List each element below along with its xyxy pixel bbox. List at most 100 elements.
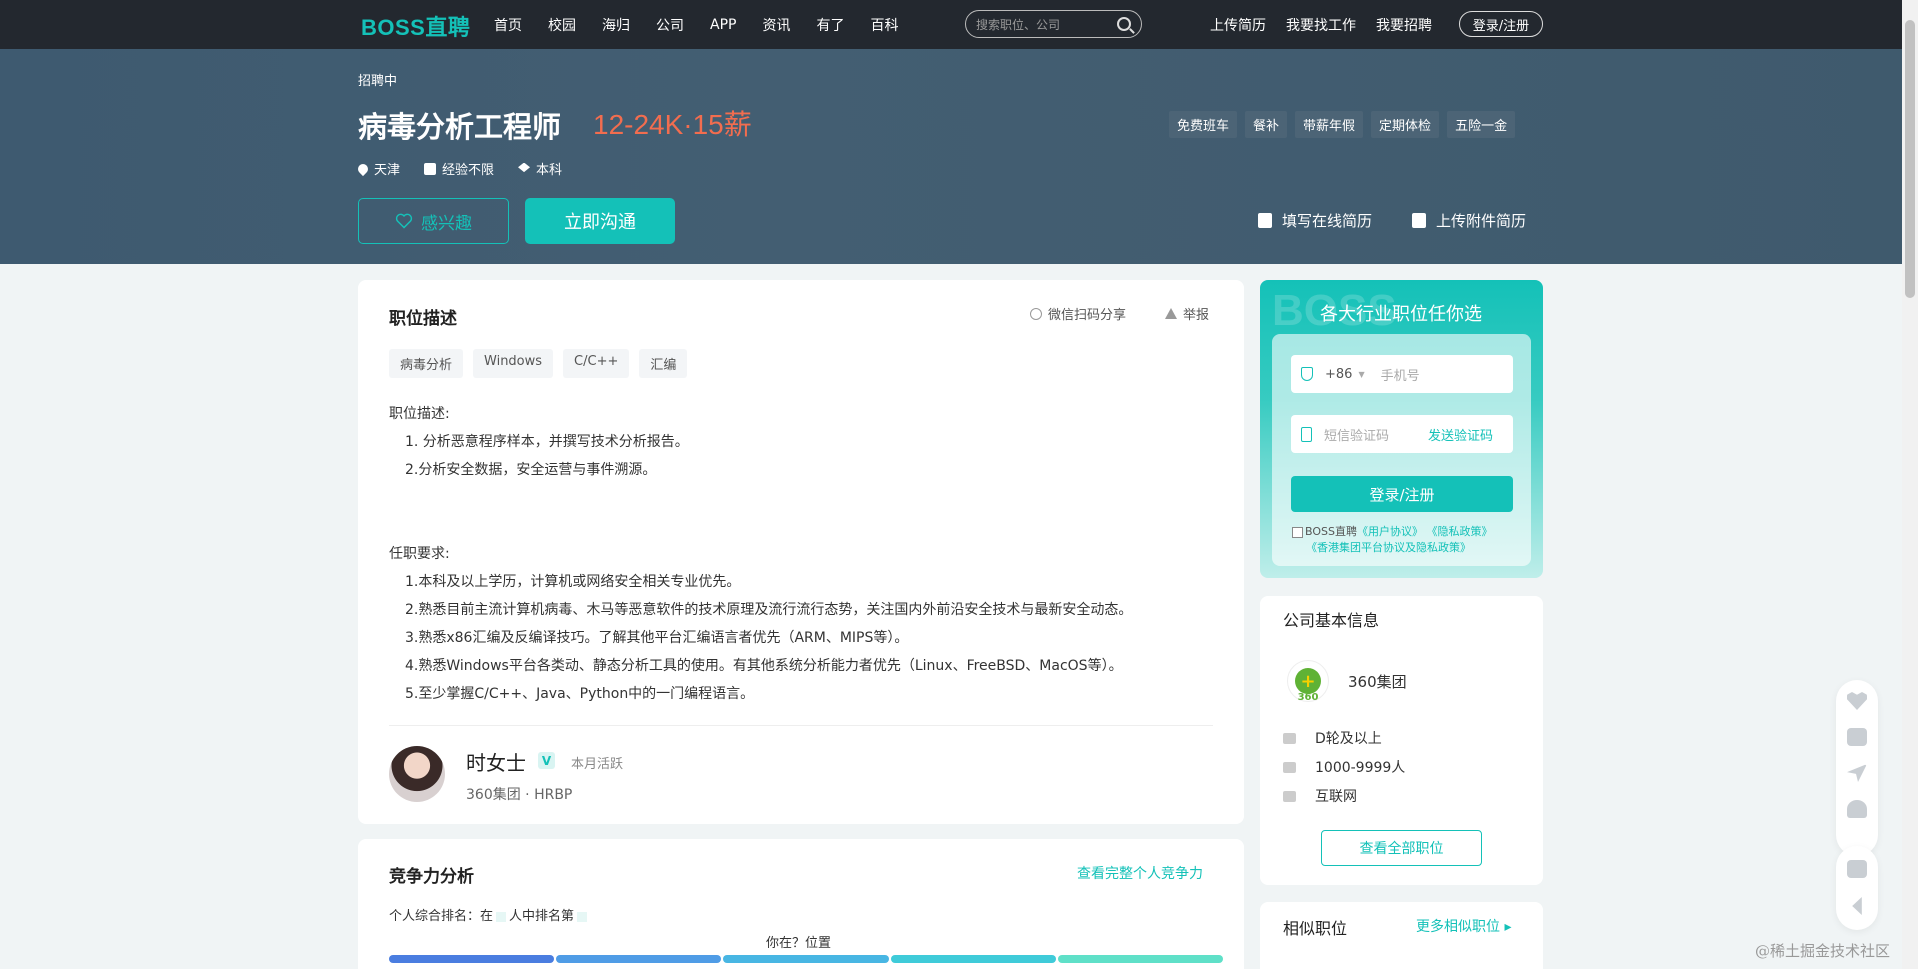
send-code-button[interactable]: 发送验证码 — [1428, 425, 1493, 444]
user-icon[interactable] — [1847, 800, 1867, 818]
chevron-down-icon: ▼ — [1358, 369, 1365, 379]
more-similar-link[interactable]: 更多相似职位 ▸ — [1416, 916, 1511, 936]
agree-checkbox[interactable] — [1292, 526, 1303, 538]
description-line — [389, 484, 1229, 512]
job-experience-label: 经验不限 — [442, 163, 495, 178]
phone-field[interactable]: +86 ▼ 手机号 — [1291, 355, 1513, 393]
heart-icon — [395, 213, 413, 229]
agree-prefix: BOSS直聘 — [1305, 525, 1357, 538]
benefit-tag: 五险一金 — [1447, 111, 1516, 138]
search-input[interactable]: 搜索职位、公司 — [965, 10, 1142, 38]
search-icon[interactable] — [1117, 17, 1131, 31]
company-section-title: 公司基本信息 — [1283, 611, 1380, 630]
rank-text: 个人综合排名：在 人中排名第 — [389, 905, 590, 924]
wechat-icon — [1030, 307, 1042, 320]
skill-tag: 病毒分析 — [389, 349, 464, 378]
nav-link[interactable]: 有了 — [816, 15, 844, 35]
job-status: 招聘中 — [358, 74, 398, 89]
share-label: 微信扫码分享 — [1048, 308, 1127, 323]
rank-blur — [577, 911, 588, 922]
online-resume-label: 填写在线简历 — [1282, 212, 1373, 230]
nav-link[interactable]: 百科 — [870, 15, 898, 35]
scrollbar-thumb[interactable] — [1905, 20, 1915, 298]
job-degree-label: 本科 — [536, 163, 563, 178]
boss-logo[interactable]: BOSS直聘 — [361, 10, 470, 42]
chat-now-button[interactable]: 立即沟通 — [525, 198, 675, 244]
company-logo[interactable]: +360 — [1287, 660, 1329, 703]
company-logo-mark: + — [1295, 668, 1321, 694]
user-agreement-link[interactable]: 《用户协议》 — [1357, 525, 1423, 538]
sms-code-placeholder: 短信验证码 — [1324, 428, 1390, 444]
job-salary: 12-24K·15薪 — [593, 109, 752, 140]
rank-bar-segment — [1057, 955, 1224, 963]
job-degree: 本科 — [518, 159, 562, 178]
rank-bar-segment — [556, 955, 722, 963]
right-nav: 上传简历 我要找工作 我要招聘 — [1210, 0, 1452, 49]
benefit-tags: 免费班车 餐补 带薪年假 定期体检 五险一金 — [1169, 111, 1523, 138]
section-title-competition: 竞争力分析 — [389, 867, 474, 887]
description-line: 职位描述: — [389, 406, 450, 422]
sms-code-field[interactable]: 短信验证码 发送验证码 — [1291, 415, 1513, 453]
agreement-text: BOSS直聘《用户协议》 《隐私政策》 《香港集团平台协议及隐私政策》 — [1292, 524, 1522, 556]
rank-prefix: 个人综合排名：在 — [389, 909, 494, 924]
skill-tag: Windows — [473, 349, 554, 378]
recruiter-name: 时女士 — [466, 751, 526, 775]
people-icon — [1283, 761, 1296, 773]
nav-link[interactable]: 资讯 — [762, 15, 790, 35]
description-line: 1.本科及以上学历，计算机或网络安全相关专业优先。 — [405, 574, 741, 590]
upload-attachment-label: 上传附件简历 — [1436, 212, 1527, 230]
rank-bar-segment — [389, 955, 555, 963]
platform-policy-link[interactable]: 《香港集团平台协议及隐私政策》 — [1292, 541, 1471, 554]
nav-link[interactable]: APP — [710, 17, 736, 33]
benefit-tag: 免费班车 — [1169, 111, 1238, 138]
description-line: 4.熟悉Windows平台各类动、静态分析工具的使用。有其他系统分析能力者优先（… — [405, 658, 1123, 674]
recruit-link[interactable]: 我要招聘 — [1376, 15, 1432, 35]
briefcase-icon — [424, 162, 437, 175]
login-register-button[interactable]: 登录/注册 — [1459, 11, 1543, 37]
full-competition-link[interactable]: 查看完整个人竞争力 — [1077, 863, 1203, 883]
verified-badge: V — [538, 752, 555, 769]
funding-icon — [1283, 732, 1296, 744]
find-job-link[interactable]: 我要找工作 — [1286, 15, 1356, 35]
skill-tags: 病毒分析 Windows C/C++ 汇编 — [389, 349, 697, 378]
benefit-tag: 餐补 — [1245, 111, 1288, 138]
register-button[interactable]: 登录/注册 — [1291, 476, 1513, 512]
divider — [389, 725, 1213, 726]
privacy-link[interactable]: 《隐私政策》 — [1426, 525, 1492, 538]
feedback-icon[interactable] — [1847, 860, 1867, 878]
wechat-share-link[interactable]: 微信扫码分享 — [1030, 304, 1126, 323]
online-resume-link[interactable]: 填写在线简历 — [1258, 210, 1372, 231]
report-label: 举报 — [1183, 308, 1210, 323]
section-title-description: 职位描述 — [389, 309, 457, 329]
building-icon — [1283, 790, 1296, 802]
country-code[interactable]: +86 — [1325, 367, 1352, 382]
company-name[interactable]: 360集团 — [1348, 671, 1407, 692]
chat-icon[interactable] — [1847, 728, 1867, 746]
interest-label: 感兴趣 — [421, 213, 472, 234]
upload-resume-link[interactable]: 上传简历 — [1210, 15, 1266, 35]
rank-mid: 人中排名第 — [509, 909, 575, 924]
company-industry-label: 互联网 — [1315, 789, 1357, 805]
description-line: 1. 分析恶意程序样本，并撰写技术分析报告。 — [405, 434, 689, 450]
benefit-tag: 带薪年假 — [1295, 111, 1364, 138]
view-all-jobs-button[interactable]: 查看全部职位 — [1321, 830, 1482, 866]
resume-links: 填写在线简历 上传附件简历 — [1258, 210, 1526, 231]
company-funding-label: D轮及以上 — [1315, 731, 1382, 747]
document-icon — [1258, 213, 1272, 228]
upload-attachment-link[interactable]: 上传附件简历 — [1412, 210, 1526, 231]
phone-placeholder: 手机号 — [1380, 368, 1420, 384]
top-nav — [0, 0, 1918, 49]
recruiter-activity: 本月活跃 — [571, 757, 624, 772]
nav-link[interactable]: 首页 — [494, 15, 522, 35]
rank-bar — [389, 955, 1224, 963]
company-size-label: 1000-9999人 — [1315, 760, 1406, 776]
search-placeholder: 搜索职位、公司 — [976, 17, 1061, 32]
report-link[interactable]: 举报 — [1165, 304, 1209, 323]
nav-link[interactable]: 海归 — [602, 15, 630, 35]
nav-link[interactable]: 公司 — [656, 15, 684, 35]
interest-button[interactable]: 感兴趣 — [358, 198, 509, 244]
nav-link[interactable]: 校园 — [548, 15, 576, 35]
rank-bar-segment — [890, 955, 1056, 963]
description-line: 2.熟悉目前主流计算机病毒、木马等恶意软件的技术原理及流行流行态势，关注国内外前… — [405, 602, 1133, 618]
recruiter-company: 360集团 · HRBP — [466, 787, 573, 803]
